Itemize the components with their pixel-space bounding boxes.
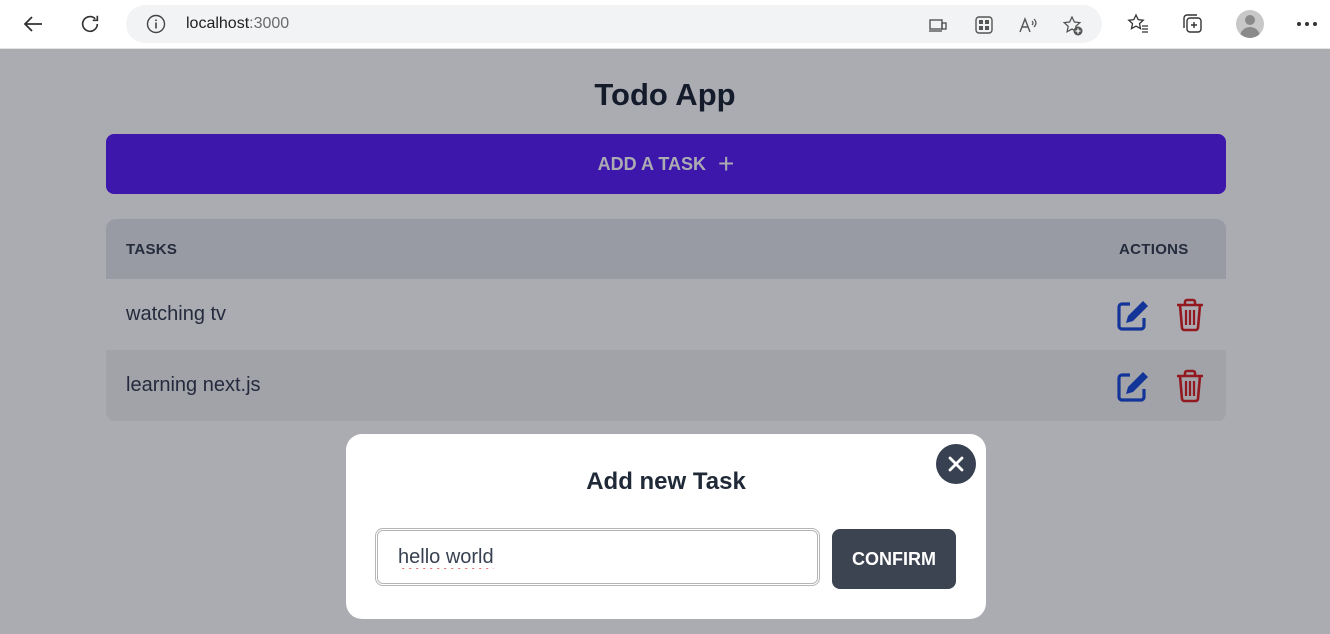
add-favorite-icon[interactable] (1062, 15, 1083, 36)
apps-icon[interactable] (974, 15, 994, 35)
read-aloud-icon[interactable] (1018, 15, 1038, 35)
refresh-icon[interactable] (72, 6, 108, 42)
modal-title: Add new Task (586, 468, 746, 495)
favorites-icon[interactable] (1120, 6, 1156, 42)
info-icon[interactable] (146, 14, 166, 39)
task-input[interactable] (375, 528, 820, 586)
avatar-body (1240, 27, 1260, 38)
url-port: :3000 (249, 15, 290, 32)
address-bar[interactable]: localhost:3000 (126, 5, 1102, 43)
url-text: localhost:3000 (186, 15, 289, 33)
collections-icon[interactable] (1175, 6, 1211, 42)
confirm-button[interactable]: CONFIRM (832, 529, 956, 589)
profile-icon[interactable] (1236, 10, 1264, 38)
avatar-head (1245, 15, 1255, 25)
url-host: localhost (186, 15, 250, 32)
browser-toolbar: localhost:3000 (0, 0, 1330, 49)
more-icon[interactable] (1289, 6, 1325, 42)
back-icon[interactable] (16, 6, 52, 42)
add-task-modal: Add new Task CONFIRM (346, 434, 986, 619)
device-icon[interactable] (928, 15, 948, 35)
